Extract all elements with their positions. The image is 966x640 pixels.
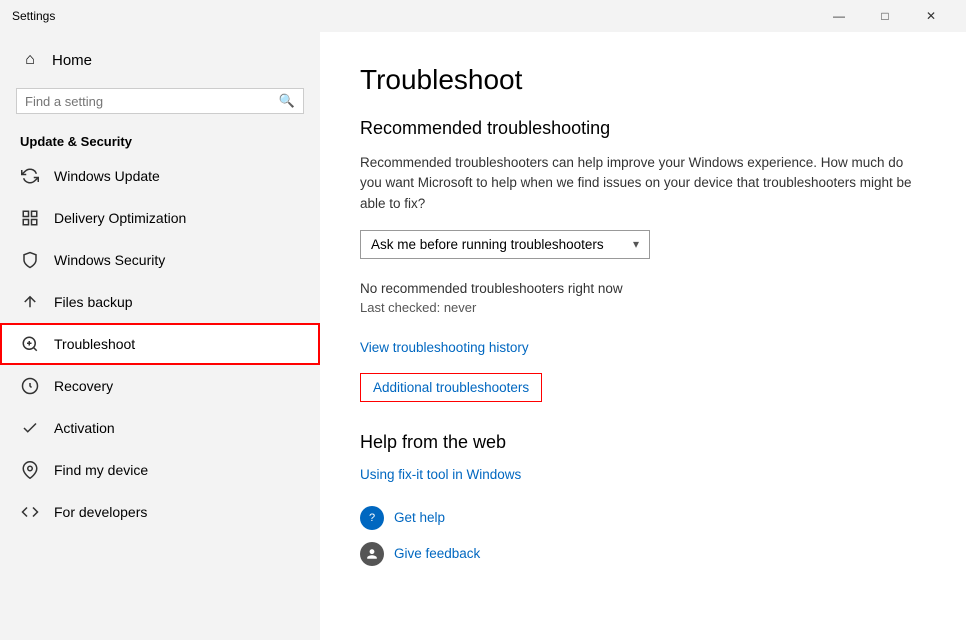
help-section-title: Help from the web: [360, 432, 926, 453]
sidebar-section-title: Update & Security: [0, 126, 320, 155]
sidebar-item-home[interactable]: ⌂ Home: [0, 32, 320, 88]
files-backup-label: Files backup: [54, 294, 133, 310]
window-controls: — □ ✕: [816, 0, 954, 32]
windows-security-label: Windows Security: [54, 252, 165, 268]
troubleshoot-label: Troubleshoot: [54, 336, 135, 352]
sidebar-item-files-backup[interactable]: Files backup: [0, 281, 320, 323]
title-bar: Settings — □ ✕: [0, 0, 966, 32]
additional-troubleshooters-button[interactable]: Additional troubleshooters: [360, 373, 542, 402]
windows-security-icon: [20, 250, 40, 270]
give-feedback-icon: [360, 542, 384, 566]
sidebar-home-label: Home: [52, 52, 92, 69]
sidebar: ⌂ Home 🔍 Update & Security Windows Updat…: [0, 32, 320, 640]
for-developers-label: For developers: [54, 504, 147, 520]
home-icon: ⌂: [20, 50, 40, 70]
sidebar-item-recovery[interactable]: Recovery: [0, 365, 320, 407]
recommended-section-title: Recommended troubleshooting: [360, 118, 926, 139]
recovery-label: Recovery: [54, 378, 113, 394]
sidebar-item-activation[interactable]: Activation: [0, 407, 320, 449]
get-help-link[interactable]: Get help: [394, 510, 445, 525]
troubleshooter-dropdown[interactable]: Ask me before running troubleshooters ▾: [360, 230, 650, 259]
give-feedback-row[interactable]: Give feedback: [360, 542, 926, 566]
sidebar-item-windows-security[interactable]: Windows Security: [0, 239, 320, 281]
troubleshoot-icon: [20, 334, 40, 354]
give-feedback-link[interactable]: Give feedback: [394, 546, 480, 561]
find-my-device-label: Find my device: [54, 462, 148, 478]
view-history-link[interactable]: View troubleshooting history: [360, 340, 529, 355]
search-box[interactable]: 🔍: [16, 88, 304, 114]
sidebar-item-for-developers[interactable]: For developers: [0, 491, 320, 533]
search-input[interactable]: [25, 94, 279, 109]
close-button[interactable]: ✕: [908, 0, 954, 32]
maximize-button[interactable]: □: [862, 0, 908, 32]
sidebar-item-find-my-device[interactable]: Find my device: [0, 449, 320, 491]
sidebar-item-windows-update[interactable]: Windows Update: [0, 155, 320, 197]
page-title: Troubleshoot: [360, 64, 926, 96]
recovery-icon: [20, 376, 40, 396]
delivery-optimization-label: Delivery Optimization: [54, 210, 186, 226]
sidebar-item-troubleshoot[interactable]: Troubleshoot: [0, 323, 320, 365]
last-checked-text: Last checked: never: [360, 300, 926, 315]
find-my-device-icon: [20, 460, 40, 480]
delivery-optimization-icon: [20, 208, 40, 228]
get-help-icon: ?: [360, 506, 384, 530]
main-content: Troubleshoot Recommended troubleshooting…: [320, 32, 966, 640]
activation-label: Activation: [54, 420, 115, 436]
files-backup-icon: [20, 292, 40, 312]
chevron-down-icon: ▾: [633, 237, 639, 251]
recommended-description: Recommended troubleshooters can help imp…: [360, 153, 926, 214]
fix-it-link[interactable]: Using fix-it tool in Windows: [360, 467, 926, 482]
for-developers-icon: [20, 502, 40, 522]
app-title: Settings: [12, 9, 55, 23]
dropdown-value: Ask me before running troubleshooters: [371, 237, 604, 252]
app-body: ⌂ Home 🔍 Update & Security Windows Updat…: [0, 32, 966, 640]
no-troubleshooters-text: No recommended troubleshooters right now: [360, 281, 926, 296]
sidebar-item-delivery-optimization[interactable]: Delivery Optimization: [0, 197, 320, 239]
search-icon[interactable]: 🔍: [279, 93, 295, 109]
minimize-button[interactable]: —: [816, 0, 862, 32]
windows-update-label: Windows Update: [54, 168, 160, 184]
activation-icon: [20, 418, 40, 438]
get-help-row[interactable]: ? Get help: [360, 506, 926, 530]
windows-update-icon: [20, 166, 40, 186]
